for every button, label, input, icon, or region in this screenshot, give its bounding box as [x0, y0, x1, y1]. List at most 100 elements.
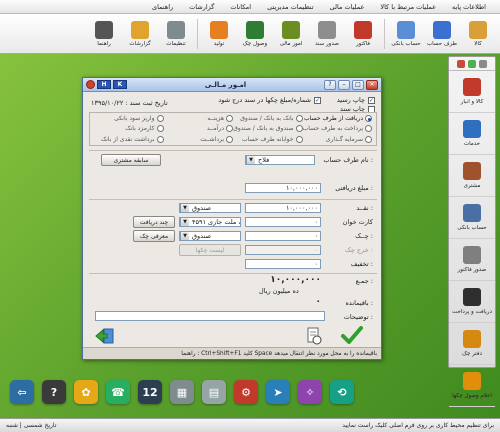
customer-history-button[interactable]: سابقه مشتری: [101, 154, 161, 166]
menu-item[interactable]: امکانات: [222, 3, 259, 11]
dock-app-icon[interactable]: 12: [138, 380, 162, 404]
help-icon[interactable]: ?: [323, 79, 336, 90]
print-receipt-option[interactable]: ✓ چاپ رسید: [337, 96, 375, 104]
sidebar-item[interactable]: خدمات: [449, 113, 495, 155]
dock-app-icon[interactable]: ?: [42, 380, 66, 404]
toolbar-icon: [95, 20, 113, 39]
dock-app-icon[interactable]: ⇦: [10, 380, 34, 404]
transaction-type-option[interactable]: دریافت از طرف حساب: [303, 115, 372, 123]
radio-button[interactable]: [365, 115, 372, 123]
sidebar-item[interactable]: کالا و انبار: [449, 71, 495, 113]
dock-app-icon[interactable]: ⚙: [234, 380, 258, 404]
print-receipt-checkbox[interactable]: ✓: [368, 96, 375, 104]
history-icon[interactable]: [305, 326, 323, 346]
transaction-type-option[interactable]: هزینــه: [164, 115, 233, 123]
transaction-type-option[interactable]: کارمزد بانک: [94, 125, 164, 133]
card-reader-input[interactable]: ۰: [245, 217, 321, 227]
toolbar-separator: [197, 18, 198, 49]
radio-button[interactable]: [295, 135, 303, 143]
radio-button[interactable]: [156, 125, 164, 133]
account-select[interactable]: ▼ فلاح: [245, 155, 315, 165]
radio-button[interactable]: [156, 135, 164, 143]
radio-label: درآمــد: [206, 125, 224, 133]
radio-button[interactable]: [365, 125, 372, 133]
card-reader-bank-select[interactable]: ▼ بانک ملت جاری ۴۵۹۱: [179, 217, 241, 227]
dock-app-icon[interactable]: ☎: [106, 380, 130, 404]
hotkey-h-button[interactable]: H: [97, 80, 111, 89]
transaction-type-option[interactable]: واریز سود بانکی: [94, 115, 164, 123]
transaction-type-option[interactable]: برداشــت: [164, 135, 233, 143]
sidebar-item[interactable]: صدور فاکتور: [449, 239, 495, 281]
menu-item[interactable]: راهنمای: [144, 3, 181, 11]
toolbar-button[interactable]: راهنما: [86, 15, 122, 53]
cash-source-select[interactable]: ▼ صندوق: [179, 203, 241, 213]
toolbar-button[interactable]: وصول چک: [237, 15, 273, 53]
menu-item[interactable]: گزارشات: [181, 3, 222, 11]
radio-button[interactable]: [156, 115, 164, 123]
toolbar-button[interactable]: کالا: [460, 15, 496, 53]
toolbar-button[interactable]: امور مالی: [273, 15, 309, 53]
radio-label: صندوق به بانک / صندوق: [233, 125, 294, 133]
chevron-down-icon[interactable]: ▼: [246, 156, 255, 164]
dock-app-icon[interactable]: ▦: [170, 380, 194, 404]
cheque-number-checkbox[interactable]: ✓: [314, 96, 321, 104]
hotkey-k-button[interactable]: K: [113, 80, 127, 89]
radio-button[interactable]: [295, 125, 303, 133]
sidebar-item-icon: [463, 288, 481, 306]
discount-input[interactable]: ۰: [245, 259, 321, 269]
menu-item[interactable]: تنظیمات مدیریتی: [259, 3, 321, 11]
cheque-number-option[interactable]: ✓ شماره/مبلغ چکها در سند درج شود: [218, 96, 321, 104]
description-input[interactable]: [95, 311, 325, 321]
sidebar-item[interactable]: دفتر چک: [449, 323, 495, 365]
cheque-source-select[interactable]: ▼ صندوق: [179, 231, 241, 241]
radio-button[interactable]: [295, 115, 303, 123]
out-cheque-input[interactable]: ۰: [245, 245, 321, 255]
multi-receipt-button[interactable]: چند دریافت: [133, 216, 175, 228]
minimize-icon[interactable]: –: [337, 79, 350, 90]
transaction-type-option[interactable]: برداشت نقدی از بانک: [94, 135, 164, 143]
transaction-type-option[interactable]: بانک به بانک / صندوق: [233, 115, 303, 123]
toolbar-button[interactable]: تنظیمات: [158, 15, 194, 53]
sidebar-item[interactable]: مشتری: [449, 155, 495, 197]
dock-app-icon[interactable]: ▤: [202, 380, 226, 404]
toolbar-button[interactable]: فاکتور: [345, 15, 381, 53]
amount-input[interactable]: ۱۰,۰۰۰,۰۰۰: [245, 183, 321, 193]
toolbar-button[interactable]: گزارشات: [122, 15, 158, 53]
sidebar-pin-icon[interactable]: [468, 59, 476, 68]
menu-item[interactable]: عملیات مرتبط با کالا: [372, 3, 444, 11]
dock-app-icon[interactable]: ✧: [298, 380, 322, 404]
radio-button[interactable]: [226, 135, 233, 143]
transaction-type-option[interactable]: پرداخت به طرف حساب: [303, 125, 372, 133]
transaction-type-option[interactable]: صندوق به بانک / صندوق: [233, 125, 303, 133]
toolbar-button[interactable]: حساب بانکی: [388, 15, 424, 53]
toolbar-button[interactable]: صدور سند: [309, 15, 345, 53]
toolbar-button[interactable]: تولید: [201, 15, 237, 53]
close-icon[interactable]: ✕: [365, 79, 378, 90]
confirm-check-icon[interactable]: [341, 325, 363, 345]
transaction-type-option[interactable]: خوابانه طرف حساب: [233, 135, 303, 143]
sidebar-menu-icon[interactable]: [479, 59, 487, 68]
radio-button[interactable]: [365, 135, 372, 143]
chevron-down-icon[interactable]: ▼: [180, 218, 189, 226]
sidebar-close-icon[interactable]: [457, 59, 465, 68]
toolbar-button[interactable]: طرف حساب: [424, 15, 460, 53]
cash-input[interactable]: ۱۰,۰۰۰,۰۰۰: [245, 203, 321, 213]
sidebar-item[interactable]: دریافت و پرداخت: [449, 281, 495, 323]
dock-app-icon[interactable]: ➤: [266, 380, 290, 404]
maximize-icon[interactable]: □: [351, 79, 364, 90]
dock-app-icon[interactable]: ⟲: [330, 380, 354, 404]
transaction-type-option[interactable]: سرمایه گـذاری: [303, 135, 372, 143]
radio-button[interactable]: [226, 115, 233, 123]
introduce-cheque-button[interactable]: معرفی چک: [133, 230, 175, 242]
menu-item[interactable]: اطلاعات پایه: [444, 3, 494, 11]
sidebar-item[interactable]: حساب بانکی: [449, 197, 495, 239]
cheque-input[interactable]: ۰: [245, 231, 321, 241]
chevron-down-icon[interactable]: ▼: [180, 232, 189, 240]
cheque-list-button[interactable]: لیست چکها: [179, 244, 241, 256]
menu-item[interactable]: عملیات مالی: [322, 3, 373, 11]
transaction-type-option[interactable]: درآمــد: [164, 125, 233, 133]
dock-app-icon[interactable]: ✿: [74, 380, 98, 404]
radio-button[interactable]: [226, 125, 233, 133]
chevron-down-icon[interactable]: ▼: [180, 204, 189, 212]
exit-icon[interactable]: [95, 327, 115, 345]
